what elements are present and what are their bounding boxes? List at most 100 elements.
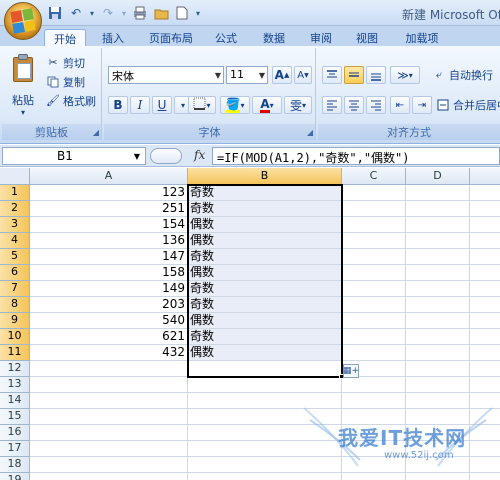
name-box[interactable]: B1 ▼ bbox=[2, 147, 146, 165]
wrap-text-button[interactable]: ⤶ 自动换行 bbox=[432, 66, 493, 83]
align-middle-button[interactable] bbox=[344, 66, 364, 84]
row-header[interactable]: 11 bbox=[0, 345, 30, 361]
cell-d[interactable] bbox=[406, 233, 470, 249]
paste-button[interactable]: 粘贴 ▾ bbox=[8, 54, 38, 124]
cell-e[interactable] bbox=[470, 361, 500, 377]
cell-c[interactable] bbox=[342, 233, 406, 249]
cell-a[interactable] bbox=[30, 409, 188, 425]
cell-e[interactable] bbox=[470, 457, 500, 473]
cell-d[interactable] bbox=[406, 313, 470, 329]
undo-icon[interactable]: ↶ bbox=[67, 4, 85, 22]
cell-e[interactable] bbox=[470, 265, 500, 281]
row-header[interactable]: 1 bbox=[0, 185, 30, 201]
row-header[interactable]: 13 bbox=[0, 377, 30, 393]
borders-button[interactable]: ▾ bbox=[188, 96, 216, 114]
cell-c[interactable] bbox=[342, 249, 406, 265]
cell-a[interactable] bbox=[30, 361, 188, 377]
insert-function-button[interactable]: fx bbox=[194, 148, 205, 162]
cell-d[interactable] bbox=[406, 297, 470, 313]
cell-d[interactable] bbox=[406, 409, 470, 425]
print-icon[interactable] bbox=[131, 4, 149, 22]
tab-home[interactable]: 开始 bbox=[44, 29, 86, 46]
cell-c[interactable] bbox=[342, 409, 406, 425]
cell-b[interactable]: 偶数 bbox=[188, 233, 342, 249]
formula-bar-expand-handle[interactable] bbox=[150, 148, 182, 164]
cell-e[interactable] bbox=[470, 249, 500, 265]
align-bottom-button[interactable] bbox=[366, 66, 386, 84]
row-header[interactable]: 15 bbox=[0, 409, 30, 425]
open-folder-icon[interactable] bbox=[152, 4, 170, 22]
row-header[interactable]: 5 bbox=[0, 249, 30, 265]
align-center-button[interactable] bbox=[344, 96, 364, 114]
cell-a[interactable]: 147 bbox=[30, 249, 188, 265]
column-header-e[interactable] bbox=[470, 168, 500, 185]
decrease-indent-button[interactable]: ⇤ bbox=[390, 96, 410, 114]
cell-e[interactable] bbox=[470, 473, 500, 480]
row-header[interactable]: 6 bbox=[0, 265, 30, 281]
cell-a[interactable]: 540 bbox=[30, 313, 188, 329]
cell-a[interactable]: 149 bbox=[30, 281, 188, 297]
cell-e[interactable] bbox=[470, 217, 500, 233]
cell-d[interactable] bbox=[406, 473, 470, 480]
cell-c[interactable] bbox=[342, 473, 406, 480]
merge-center-button[interactable]: 合并后居中 bbox=[436, 96, 500, 113]
font-launcher-icon[interactable]: ◢ bbox=[307, 128, 313, 137]
cell-d[interactable] bbox=[406, 201, 470, 217]
align-top-button[interactable] bbox=[322, 66, 342, 84]
tab-formulas[interactable]: 公式 bbox=[208, 29, 244, 46]
cell-b[interactable]: 奇数 bbox=[188, 297, 342, 313]
cell-a[interactable]: 158 bbox=[30, 265, 188, 281]
formula-input[interactable]: =IF(MOD(A1,2),"奇数","偶数") bbox=[212, 147, 500, 165]
cell-a[interactable]: 154 bbox=[30, 217, 188, 233]
cell-b[interactable]: 偶数 bbox=[188, 265, 342, 281]
cell-b[interactable] bbox=[188, 377, 342, 393]
cell-a[interactable] bbox=[30, 377, 188, 393]
phonetic-button[interactable]: 雯 ▾ bbox=[284, 96, 312, 114]
cell-b[interactable]: 奇数 bbox=[188, 329, 342, 345]
cut-button[interactable]: ✂ 剪切 bbox=[46, 54, 85, 71]
row-header[interactable]: 10 bbox=[0, 329, 30, 345]
cell-a[interactable] bbox=[30, 457, 188, 473]
row-header[interactable]: 3 bbox=[0, 217, 30, 233]
cell-b[interactable] bbox=[188, 361, 342, 377]
cell-c[interactable] bbox=[342, 281, 406, 297]
cell-d[interactable] bbox=[406, 457, 470, 473]
cell-e[interactable] bbox=[470, 409, 500, 425]
font-color-button[interactable]: A ▾ bbox=[252, 96, 282, 114]
column-header-c[interactable]: C bbox=[342, 168, 406, 185]
orientation-button[interactable]: ≫ ▾ bbox=[390, 66, 420, 84]
tab-add-ins[interactable]: 加载项 bbox=[398, 29, 446, 46]
cell-e[interactable] bbox=[470, 281, 500, 297]
cell-b[interactable] bbox=[188, 393, 342, 409]
cell-e[interactable] bbox=[470, 329, 500, 345]
cell-a[interactable]: 203 bbox=[30, 297, 188, 313]
cell-a[interactable] bbox=[30, 425, 188, 441]
font-size-combo[interactable]: 11 ▼ bbox=[226, 66, 268, 84]
tab-data[interactable]: 数据 bbox=[256, 29, 292, 46]
cell-b[interactable]: 奇数 bbox=[188, 281, 342, 297]
cell-b[interactable]: 偶数 bbox=[188, 345, 342, 361]
cell-d[interactable] bbox=[406, 345, 470, 361]
copy-button[interactable]: 复制 bbox=[46, 73, 85, 90]
paste-dropdown-icon[interactable]: ▾ bbox=[8, 108, 38, 117]
cell-d[interactable] bbox=[406, 441, 470, 457]
cell-c[interactable] bbox=[342, 345, 406, 361]
cell-b[interactable] bbox=[188, 457, 342, 473]
cell-c[interactable] bbox=[342, 185, 406, 201]
font-size-dropdown-icon[interactable]: ▼ bbox=[259, 71, 265, 80]
redo-icon[interactable]: ↷ bbox=[99, 4, 117, 22]
cell-e[interactable] bbox=[470, 377, 500, 393]
cell-d[interactable] bbox=[406, 185, 470, 201]
cell-c[interactable] bbox=[342, 265, 406, 281]
tab-insert[interactable]: 插入 bbox=[95, 29, 131, 46]
cell-a[interactable]: 621 bbox=[30, 329, 188, 345]
cell-d[interactable] bbox=[406, 249, 470, 265]
cell-c[interactable] bbox=[342, 313, 406, 329]
cell-d[interactable] bbox=[406, 329, 470, 345]
cell-c[interactable] bbox=[342, 441, 406, 457]
office-button[interactable] bbox=[4, 2, 42, 40]
cell-e[interactable] bbox=[470, 425, 500, 441]
cell-a[interactable]: 432 bbox=[30, 345, 188, 361]
select-all-corner[interactable] bbox=[0, 168, 30, 185]
tab-page-layout[interactable]: 页面布局 bbox=[142, 29, 200, 46]
